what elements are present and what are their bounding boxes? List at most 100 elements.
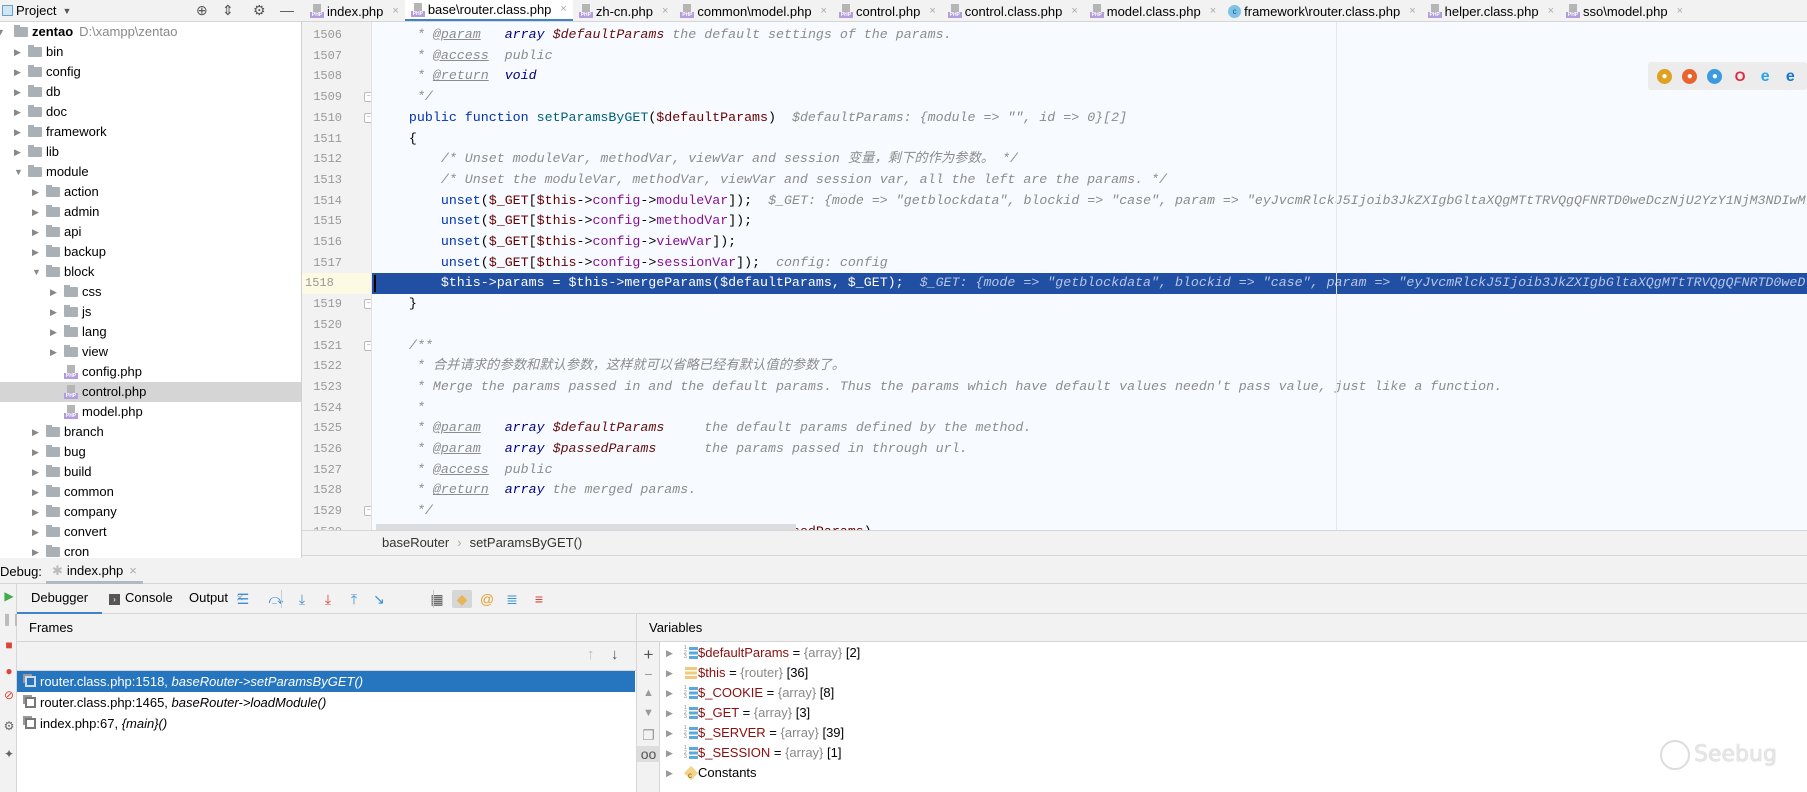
close-icon[interactable]: × — [929, 1, 935, 22]
step-out-icon[interactable]: ⤒ — [344, 590, 364, 608]
fold-marker-icon[interactable]: − — [364, 112, 371, 123]
tab-sso-model-php[interactable]: PHP sso\model.php × — [1560, 0, 1689, 21]
tree-item-admin[interactable]: ▶ admin — [0, 202, 301, 222]
tab-framework-router-class-php[interactable]: c framework\router.class.php × — [1222, 0, 1422, 21]
safari-icon[interactable]: ● — [1707, 68, 1723, 84]
tree-item-block[interactable]: ▼ block — [0, 262, 301, 282]
chevron-right-icon[interactable]: ▶ — [32, 422, 39, 442]
fold-marker-icon[interactable]: − — [364, 92, 371, 103]
chevron-right-icon[interactable]: ▶ — [666, 683, 673, 703]
tree-item-config-php[interactable]: PHP config.php — [0, 362, 301, 382]
close-icon[interactable]: × — [1071, 1, 1077, 22]
debug-session-tab[interactable]: ✱ index.php × — [46, 558, 143, 584]
step-into-icon[interactable]: ⤓ — [292, 590, 312, 608]
close-icon[interactable]: × — [662, 1, 668, 22]
mute-breakpoints-icon[interactable]: ⊘ — [2, 688, 16, 702]
locate-icon[interactable]: ⊕ — [196, 2, 208, 19]
tree-item-zentao[interactable]: ▼ zentao D:\xampp\zentao — [0, 22, 301, 42]
chevron-right-icon[interactable]: ▶ — [666, 723, 673, 743]
tree-item-lib[interactable]: ▶ lib — [0, 142, 301, 162]
chevron-right-icon[interactable]: ▶ — [14, 122, 21, 142]
arrow-up-icon[interactable]: ↑ — [587, 646, 595, 663]
chevron-right-icon[interactable]: ▶ — [32, 242, 39, 262]
move-up-icon[interactable]: ▲ — [637, 687, 660, 699]
chevron-down-icon[interactable]: ▼ — [0, 22, 5, 42]
tab-control-class-php[interactable]: PHP control.class.php × — [942, 0, 1084, 22]
tree-item-view[interactable]: ▶ view — [0, 342, 301, 362]
chevron-right-icon[interactable]: ▶ — [50, 302, 57, 322]
show-execution-point-icon[interactable]: ☰ — [233, 590, 253, 608]
chevron-down-icon[interactable]: ▼ — [14, 162, 23, 182]
chevron-right-icon[interactable]: ▶ — [666, 763, 673, 783]
show-constants-icon[interactable]: ◆ — [452, 590, 472, 608]
chevron-right-icon[interactable]: ▶ — [14, 142, 21, 162]
chevron-right-icon[interactable]: ▶ — [32, 182, 39, 202]
tree-item-bug[interactable]: ▶ bug — [0, 442, 301, 462]
frame-item[interactable]: index.php:67, {main}() — [17, 713, 635, 734]
copy-icon[interactable]: ❐ — [637, 727, 660, 744]
list-icon[interactable]: ≣ — [502, 590, 522, 608]
fold-marker-icon[interactable]: − — [364, 506, 371, 517]
add-watch-icon[interactable]: + — [637, 645, 660, 665]
close-icon[interactable]: × — [392, 1, 398, 22]
tree-item-module[interactable]: ▼ module — [0, 162, 301, 182]
chevron-right-icon[interactable]: ▶ — [32, 442, 39, 462]
chevron-right-icon[interactable]: ▶ — [14, 102, 21, 122]
chevron-right-icon[interactable]: ▶ — [666, 663, 673, 683]
tree-item-convert[interactable]: ▶ convert — [0, 522, 301, 542]
tab-zh-cn-php[interactable]: PHP zh-cn.php × — [573, 0, 675, 22]
gear-icon[interactable]: ⚙ — [253, 2, 266, 19]
edge-icon[interactable]: e — [1783, 68, 1798, 84]
tab-control-php[interactable]: PHP control.php × — [833, 0, 942, 22]
tree-item-build[interactable]: ▶ build — [0, 462, 301, 482]
tree-item-control-php[interactable]: PHP control.php — [0, 382, 301, 402]
tree-item-db[interactable]: ▶ db — [0, 82, 301, 102]
show-watches-icon[interactable]: @ — [477, 590, 497, 608]
tree-item-js[interactable]: ▶ js — [0, 302, 301, 322]
minimize-icon[interactable]: — — [280, 2, 294, 18]
chevron-right-icon[interactable]: ▶ — [50, 322, 57, 342]
close-icon[interactable]: × — [560, 0, 566, 20]
tab-helper-class-php[interactable]: PHP helper.class.php × — [1422, 0, 1560, 22]
tree-item-config[interactable]: ▶ config — [0, 62, 301, 82]
pause-icon[interactable]: ❚❚ — [2, 612, 22, 626]
chevron-right-icon[interactable]: ▶ — [666, 703, 673, 723]
view-breakpoints-icon[interactable]: ● — [2, 664, 16, 678]
chevron-right-icon[interactable]: ▶ — [14, 82, 21, 102]
tab-debugger[interactable]: Debugger — [17, 584, 103, 614]
tree-item-company[interactable]: ▶ company — [0, 502, 301, 522]
project-view-selector[interactable]: Project — [16, 3, 56, 18]
tree-item-lang[interactable]: ▶ lang — [0, 322, 301, 342]
move-down-icon[interactable]: ▼ — [637, 707, 660, 719]
tab-model-class-php[interactable]: PHP model.class.php × — [1084, 0, 1222, 21]
evaluate-expression-icon[interactable]: ▦ — [427, 590, 447, 608]
glasses-icon[interactable]: oo — [637, 746, 660, 762]
chevron-down-icon[interactable]: ▼ — [32, 262, 41, 282]
tree-item-common[interactable]: ▶ common — [0, 482, 301, 502]
chevron-down-icon[interactable]: ▼ — [62, 6, 71, 16]
tree-item-bin[interactable]: ▶ bin — [0, 42, 301, 62]
chevron-right-icon[interactable]: ▶ — [14, 62, 21, 82]
tab-console[interactable]: › Console — [109, 584, 173, 614]
close-icon[interactable]: × — [821, 1, 827, 22]
tree-item-model-php[interactable]: PHP model.php — [0, 402, 301, 422]
code-editor[interactable]: * @param array $defaultParams the defaul… — [372, 22, 1807, 530]
tab-base-router-class-php[interactable]: PHP base\router.class.php × — [404, 0, 573, 21]
close-icon[interactable]: × — [129, 563, 137, 578]
tab-index-php[interactable]: PHP index.php × — [304, 0, 405, 22]
settings-icon[interactable]: ⚙ — [2, 719, 16, 733]
add-to-watches-icon[interactable]: ≡ — [529, 590, 549, 608]
tab-common-model-php[interactable]: PHP common\model.php × — [674, 0, 833, 22]
collapse-icon[interactable]: ⇕ — [222, 2, 234, 19]
tree-item-api[interactable]: ▶ api — [0, 222, 301, 242]
run-to-cursor-icon[interactable]: ↘ — [369, 590, 389, 608]
chevron-right-icon[interactable]: ▶ — [14, 42, 21, 62]
close-icon[interactable]: × — [1548, 1, 1554, 22]
fold-marker-icon[interactable]: − — [364, 340, 371, 351]
chevron-right-icon[interactable]: ▶ — [32, 462, 39, 482]
breadcrumb-method[interactable]: setParamsByGET() — [470, 535, 583, 550]
chevron-right-icon[interactable]: ▶ — [666, 743, 673, 763]
stop-icon[interactable]: ■ — [2, 638, 16, 652]
ie-icon[interactable]: e — [1758, 68, 1773, 84]
chevron-right-icon[interactable]: ▶ — [50, 282, 57, 302]
